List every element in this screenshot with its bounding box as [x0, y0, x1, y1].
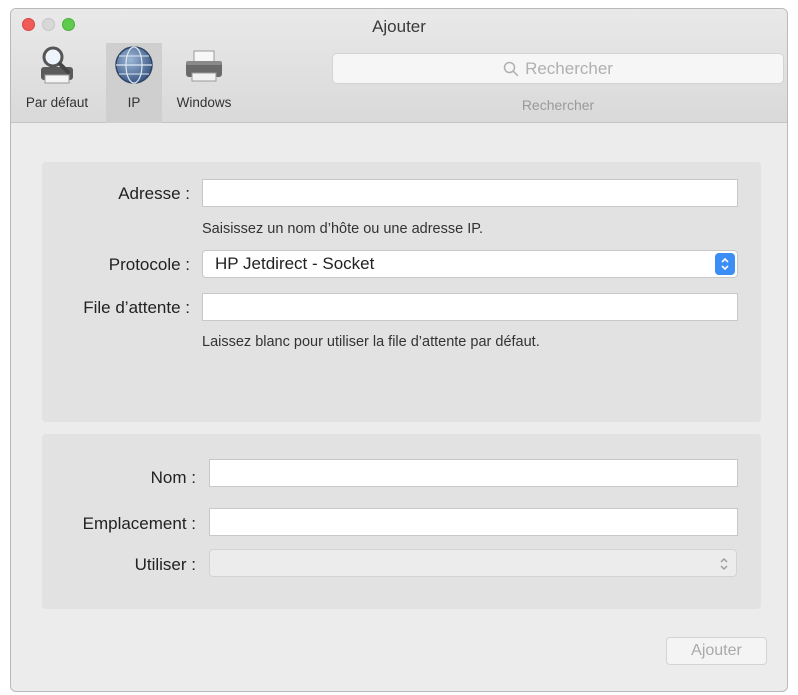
window-title: Ajouter: [372, 17, 426, 36]
address-label: Adresse :: [118, 184, 190, 203]
toolbar-ip-label: IP: [127, 95, 141, 110]
protocol-select[interactable]: HP Jetdirect - Socket: [202, 250, 738, 278]
search-input[interactable]: Rechercher: [332, 53, 784, 84]
queue-label: File d’attente :: [83, 298, 190, 317]
search-caption: Rechercher: [521, 97, 595, 113]
select-stepper-icon: [715, 253, 735, 275]
address-field[interactable]: [202, 179, 738, 207]
location-label: Emplacement :: [82, 514, 196, 533]
add-button[interactable]: Ajouter: [666, 637, 767, 665]
address-hint: Saisissez un nom d’hôte ou une adresse I…: [202, 221, 484, 237]
location-field[interactable]: [209, 508, 738, 536]
windows-printer-icon: [182, 43, 226, 87]
queue-field[interactable]: [202, 293, 738, 321]
network-globe-icon: [112, 43, 156, 87]
protocol-value: HP Jetdirect - Socket: [215, 254, 375, 273]
use-driver-select[interactable]: [209, 549, 737, 577]
queue-hint: Laissez blanc pour utiliser la file d’at…: [202, 334, 540, 350]
search-icon: [503, 61, 519, 76]
name-label: Nom :: [150, 468, 196, 487]
toolbar-default-label: Par défaut: [25, 95, 89, 110]
disabled-stepper-icon: [718, 555, 730, 573]
name-field[interactable]: [209, 459, 738, 487]
printer-info-panel: Nom : Emplacement : Utiliser :: [42, 434, 761, 609]
toolbar-ip-button[interactable]: IP: [106, 43, 162, 123]
connection-panel: Adresse : Saisissez un nom d’hôte ou une…: [42, 162, 761, 422]
use-label: Utiliser :: [134, 555, 196, 574]
toolbar-default-button[interactable]: Par défaut: [15, 43, 99, 123]
printer-magnifier-icon: [35, 43, 79, 87]
toolbar-windows-button[interactable]: Windows: [166, 43, 242, 123]
protocol-label: Protocole :: [108, 255, 190, 274]
toolbar-windows-label: Windows: [176, 95, 232, 110]
toolbar: Ajouter Par défaut IP Windows Rechercher…: [11, 9, 787, 123]
search-placeholder: Rechercher: [525, 58, 613, 78]
add-printer-window: Ajouter Par défaut IP Windows Rechercher…: [10, 8, 788, 692]
